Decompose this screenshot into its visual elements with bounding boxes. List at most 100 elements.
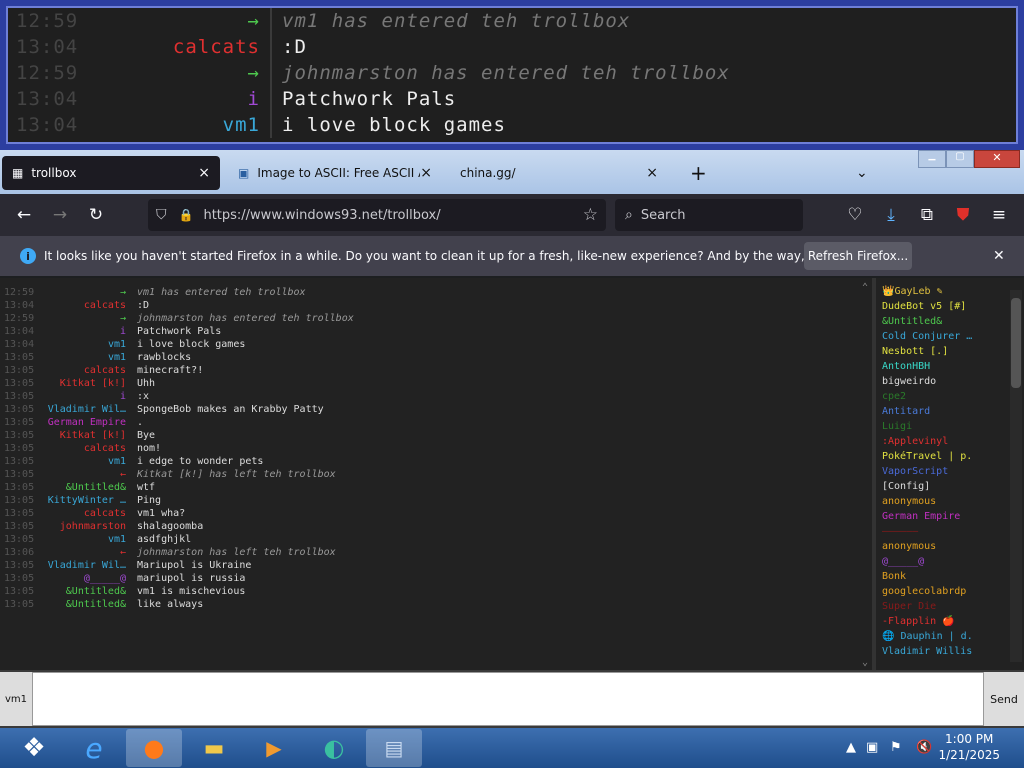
username[interactable]: vm1 bbox=[40, 351, 128, 364]
user-list-item[interactable]: @_____@ bbox=[876, 554, 1024, 569]
username[interactable]: ← bbox=[40, 468, 128, 481]
username[interactable]: i bbox=[40, 325, 128, 338]
user-list-item[interactable]: Vladimir Willis bbox=[876, 644, 1024, 659]
chat-row: 13:05 calcats vm1 wha? bbox=[0, 507, 872, 520]
user-list-item[interactable]: Super Die bbox=[876, 599, 1024, 614]
list-all-tabs-icon[interactable]: ⌄ bbox=[846, 156, 878, 190]
username[interactable]: Vladimir Wil… bbox=[40, 403, 128, 416]
user-list-item[interactable]: VaporScript bbox=[876, 464, 1024, 479]
volume-muted-icon[interactable]: 🔇 bbox=[916, 740, 932, 755]
username[interactable]: &Untitled& bbox=[40, 585, 128, 598]
user-list-item[interactable]: DudeBot v5 [#] bbox=[876, 299, 1024, 314]
username[interactable]: → bbox=[40, 286, 128, 299]
close-notification-icon[interactable]: ✕ bbox=[993, 248, 1005, 264]
user-list-item[interactable]: -Flapplin 🍎 bbox=[876, 614, 1024, 629]
show-hidden-icons-icon[interactable]: ▲ bbox=[846, 740, 856, 755]
network-app-icon[interactable]: ◐ bbox=[306, 729, 362, 767]
user-list-item[interactable]: Nesbott [.] bbox=[876, 344, 1024, 359]
username[interactable]: KittyWinter … bbox=[40, 494, 128, 507]
lock-icon[interactable]: 🔒 bbox=[179, 208, 194, 222]
user-list-item[interactable]: AntonHBH bbox=[876, 359, 1024, 374]
user-list-item[interactable]: Cold Conjurer … bbox=[876, 329, 1024, 344]
user-list-item[interactable]: PokéTravel | p. bbox=[876, 449, 1024, 464]
close-tab-icon[interactable]: × bbox=[646, 165, 658, 181]
maximize-button[interactable]: ▢ bbox=[946, 150, 974, 168]
tab-china-gg[interactable]: china.gg/ × bbox=[450, 156, 668, 190]
username: calcats bbox=[172, 36, 260, 58]
user-list-item[interactable]: German Empire bbox=[876, 509, 1024, 524]
message-text: shalagoomba bbox=[137, 521, 204, 532]
firefox-icon[interactable]: ● bbox=[126, 729, 182, 767]
remote-desktop-icon[interactable]: ▤ bbox=[366, 729, 422, 767]
user-list-item[interactable]: 🌐 Dauphin | d. bbox=[876, 629, 1024, 644]
shield-icon[interactable]: ⛉ bbox=[156, 207, 167, 223]
username[interactable]: calcats bbox=[40, 442, 128, 455]
media-player-icon[interactable]: ▶ bbox=[246, 729, 302, 767]
pocket-icon[interactable]: ♡ bbox=[840, 205, 870, 225]
username[interactable]: ← bbox=[40, 546, 128, 559]
menu-icon[interactable]: ≡ bbox=[984, 205, 1014, 225]
user-list-item[interactable]: anonymous bbox=[876, 539, 1024, 554]
reload-icon[interactable]: ↻ bbox=[81, 205, 111, 225]
message-input[interactable] bbox=[32, 672, 984, 726]
close-tab-icon[interactable]: × bbox=[198, 165, 210, 181]
user-list-item[interactable]: [Config] bbox=[876, 479, 1024, 494]
username[interactable]: @_____@ bbox=[40, 572, 128, 585]
username[interactable]: Kitkat [k!] bbox=[40, 377, 128, 390]
user-list-item[interactable]: Antitard bbox=[876, 404, 1024, 419]
tab-image-to-ascii[interactable]: ▣ Image to ASCII: Free ASCII Art C × bbox=[228, 156, 442, 190]
username[interactable]: calcats bbox=[40, 299, 128, 312]
bookmark-star-icon[interactable]: ☆ bbox=[583, 205, 598, 225]
send-button[interactable]: Send bbox=[984, 672, 1024, 726]
username[interactable]: vm1 bbox=[40, 338, 128, 351]
user-list-item[interactable]: anonymous bbox=[876, 494, 1024, 509]
username[interactable]: &Untitled& bbox=[40, 598, 128, 611]
username[interactable]: calcats bbox=[40, 507, 128, 520]
close-window-button[interactable]: ✕ bbox=[974, 150, 1020, 168]
new-tab-button[interactable]: + bbox=[680, 156, 717, 190]
ublock-origin-icon[interactable]: ⛊ bbox=[948, 205, 978, 225]
user-list-item[interactable]: cpe2 bbox=[876, 389, 1024, 404]
action-center-flag-icon[interactable]: ⚑ bbox=[890, 740, 902, 755]
username[interactable]: &Untitled& bbox=[40, 481, 128, 494]
user-list-item[interactable]: googlecolabrdp bbox=[876, 584, 1024, 599]
back-arrow-icon[interactable]: ← bbox=[9, 205, 39, 225]
forward-arrow-icon[interactable]: → bbox=[45, 205, 75, 225]
user-list-item[interactable]: :Applevinyl bbox=[876, 434, 1024, 449]
minimize-button[interactable]: ▁ bbox=[918, 150, 946, 168]
user-list[interactable]: 👑GayLeb ✎ DudeBot v5 [#] &Untitled& Cold Co… bbox=[872, 278, 1024, 670]
scroll-down-icon[interactable]: ⌄ bbox=[862, 657, 868, 668]
close-tab-icon[interactable]: × bbox=[420, 165, 432, 181]
extensions-icon[interactable]: ⧉ bbox=[912, 205, 942, 225]
username[interactable]: Kitkat [k!] bbox=[40, 429, 128, 442]
file-explorer-icon[interactable]: ▬ bbox=[186, 729, 242, 767]
username[interactable]: German Empire bbox=[40, 416, 128, 429]
scroll-up-icon[interactable]: ⌃ bbox=[862, 282, 868, 293]
refresh-firefox-button[interactable]: Refresh Firefox... bbox=[804, 242, 912, 270]
username[interactable]: i bbox=[40, 390, 128, 403]
username[interactable]: → bbox=[40, 312, 128, 325]
username[interactable]: Vladimir Wil… bbox=[40, 559, 128, 572]
user-list-item[interactable]: Luigi bbox=[876, 419, 1024, 434]
chat-log[interactable]: 12:59 → vm1 has entered teh trollbox 13:0… bbox=[0, 278, 872, 670]
url-bar[interactable]: ⛉ 🔒 https://www.windows93.net/trollbox/ … bbox=[148, 199, 606, 231]
username[interactable]: johnmarston bbox=[40, 520, 128, 533]
start-button-icon[interactable]: ❖ bbox=[6, 729, 62, 767]
user-list-item[interactable]: —————— bbox=[876, 524, 1024, 539]
search-bar[interactable]: ⌕ Search bbox=[615, 199, 803, 231]
user-list-item[interactable]: 👑GayLeb ✎ bbox=[876, 284, 1024, 299]
system-clock[interactable]: 1:00 PM 1/21/2025 bbox=[938, 731, 1000, 763]
username[interactable]: vm1 bbox=[40, 533, 128, 546]
user-list-item[interactable]: Bonk bbox=[876, 569, 1024, 584]
username[interactable]: calcats bbox=[40, 364, 128, 377]
internet-explorer-icon[interactable]: e bbox=[66, 729, 122, 767]
username[interactable]: vm1 bbox=[40, 455, 128, 468]
downloads-icon[interactable]: ⤓ bbox=[876, 205, 906, 225]
user-list-item[interactable]: bigweirdo bbox=[876, 374, 1024, 389]
user-list-scroll-thumb[interactable] bbox=[1011, 298, 1021, 388]
nickname-button[interactable]: vm1 bbox=[0, 672, 32, 726]
network-icon[interactable]: ▣ bbox=[866, 740, 878, 755]
tab-trollbox[interactable]: ▦ trollbox × bbox=[2, 156, 220, 190]
user-list-item[interactable]: &Untitled& bbox=[876, 314, 1024, 329]
url-text[interactable]: https://www.windows93.net/trollbox/ bbox=[203, 208, 440, 223]
